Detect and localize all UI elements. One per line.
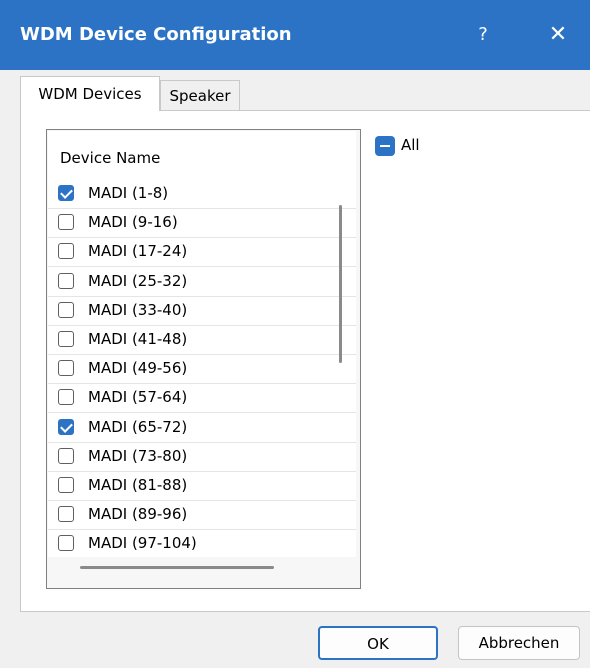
checkbox-unchecked-icon[interactable] xyxy=(58,506,74,523)
list-item-label: MADI (97-104) xyxy=(88,534,197,553)
horizontal-scrollbar[interactable] xyxy=(80,566,274,569)
device-list-viewport: Device Name MADI (1-8) MADI (9-16) MADI (1… xyxy=(48,131,356,557)
checkbox-unchecked-icon[interactable] xyxy=(58,243,74,260)
list-item-label: MADI (17-24) xyxy=(88,242,188,261)
checkbox-unchecked-icon[interactable] xyxy=(58,272,74,289)
list-item[interactable]: MADI (57-64) xyxy=(48,383,356,414)
list-item[interactable]: MADI (65-72) xyxy=(48,413,356,443)
list-item-label: MADI (73-80) xyxy=(88,446,188,465)
list-item-label: MADI (57-64) xyxy=(88,388,188,407)
list-item[interactable]: MADI (9-16) xyxy=(48,208,356,239)
list-item[interactable]: MADI (25-32) xyxy=(48,267,356,297)
checkbox-unchecked-icon[interactable] xyxy=(58,477,74,493)
list-item-label: MADI (49-56) xyxy=(88,359,188,378)
list-item-label: MADI (25-32) xyxy=(88,271,188,290)
list-item-label: MADI (1-8) xyxy=(88,184,169,202)
list-item[interactable]: MADI (1-8) xyxy=(48,179,356,209)
checkbox-unchecked-icon[interactable] xyxy=(58,535,74,552)
vertical-scrollbar[interactable] xyxy=(339,205,342,363)
close-button[interactable]: ✕ xyxy=(543,22,573,48)
list-item[interactable]: MADI (97-104) xyxy=(48,529,356,557)
checkbox-checked-icon[interactable] xyxy=(58,418,74,435)
list-item-label: MADI (41-48) xyxy=(88,330,188,348)
checkbox-unchecked-icon[interactable] xyxy=(58,214,74,231)
cancel-button[interactable]: Abbrechen xyxy=(458,626,580,660)
column-header-device-name: Device Name xyxy=(60,149,161,167)
list-item[interactable]: MADI (33-40) xyxy=(48,296,356,326)
checkbox-unchecked-icon[interactable] xyxy=(58,360,74,377)
device-list[interactable]: Device Name MADI (1-8) MADI (9-16) MADI (1… xyxy=(46,129,361,589)
tab-speaker[interactable]: Speaker xyxy=(160,80,240,110)
list-item-label: MADI (65-72) xyxy=(88,417,188,436)
list-item[interactable]: MADI (41-48) xyxy=(48,325,356,355)
checkbox-checked-icon[interactable] xyxy=(58,185,74,201)
title-bar: WDM Device Configuration ? ✕ xyxy=(0,0,590,70)
list-item[interactable]: MADI (89-96) xyxy=(48,500,356,531)
tab-wdm-devices[interactable]: WDM Devices xyxy=(20,76,160,111)
list-item[interactable]: MADI (73-80) xyxy=(48,442,356,472)
window-title: WDM Device Configuration xyxy=(20,24,292,45)
checkbox-unchecked-icon[interactable] xyxy=(58,301,74,318)
checkbox-unchecked-icon[interactable] xyxy=(58,331,74,347)
list-item[interactable]: MADI (49-56) xyxy=(48,354,356,385)
list-item-label: MADI (9-16) xyxy=(88,213,178,232)
list-item-label: MADI (33-40) xyxy=(88,300,188,319)
list-item[interactable]: MADI (81-88) xyxy=(48,471,356,501)
all-label: All xyxy=(401,136,420,154)
list-item-label: MADI (89-96) xyxy=(88,505,188,524)
help-button[interactable]: ? xyxy=(470,22,496,48)
list-item-label: MADI (81-88) xyxy=(88,476,188,494)
checkbox-unchecked-icon[interactable] xyxy=(58,389,74,406)
ok-button[interactable]: OK xyxy=(318,626,438,660)
all-checkbox-indeterminate-icon[interactable] xyxy=(375,136,395,156)
list-item[interactable]: MADI (17-24) xyxy=(48,237,356,268)
checkbox-unchecked-icon[interactable] xyxy=(58,447,74,464)
